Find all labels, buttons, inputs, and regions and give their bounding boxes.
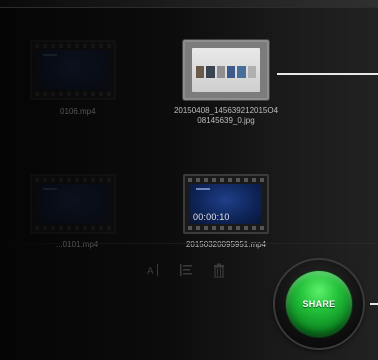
video-preview <box>37 184 109 224</box>
share-button-face: SHARE <box>286 271 352 337</box>
film-strip-top <box>188 178 264 182</box>
sort-icon[interactable] <box>178 262 194 278</box>
file-name-line1: 20150408_145639212015O4 <box>173 106 279 115</box>
file-name: 0106.mp4 <box>60 107 96 116</box>
share-button-label: SHARE <box>302 299 336 309</box>
file-name-line2: 08145639_0.jpg <box>197 116 255 125</box>
film-strip-bottom <box>188 226 264 230</box>
photo-strip <box>196 66 256 78</box>
film-strip-top <box>35 178 111 182</box>
share-button[interactable]: SHARE <box>275 260 363 348</box>
video-duration: 00:00:10 <box>193 212 230 222</box>
photo-preview <box>192 48 260 92</box>
file-thumbnail-video[interactable]: 00:00:10 <box>183 174 269 234</box>
svg-text:A: A <box>147 266 154 277</box>
film-strip-top <box>35 44 111 48</box>
file-thumbnail-video[interactable] <box>30 174 116 234</box>
share-pointer-line <box>370 303 378 305</box>
file-thumbnail-video[interactable] <box>30 40 116 100</box>
film-strip-bottom <box>35 226 111 230</box>
film-strip-bottom <box>35 92 111 96</box>
video-preview <box>37 50 109 90</box>
top-bar <box>0 0 378 8</box>
file-name: 20150320095951.mp4 <box>185 240 267 249</box>
file-thumbnail-photo[interactable] <box>183 40 269 100</box>
divider <box>0 243 378 244</box>
trash-icon[interactable] <box>211 262 227 278</box>
selection-pointer-line <box>277 73 378 75</box>
rename-icon[interactable]: A <box>146 262 162 278</box>
file-browser-screen: 0106.mp4 20150408_145639212015O4 0814563… <box>0 0 378 360</box>
file-name: ...0101.mp4 <box>56 240 99 249</box>
